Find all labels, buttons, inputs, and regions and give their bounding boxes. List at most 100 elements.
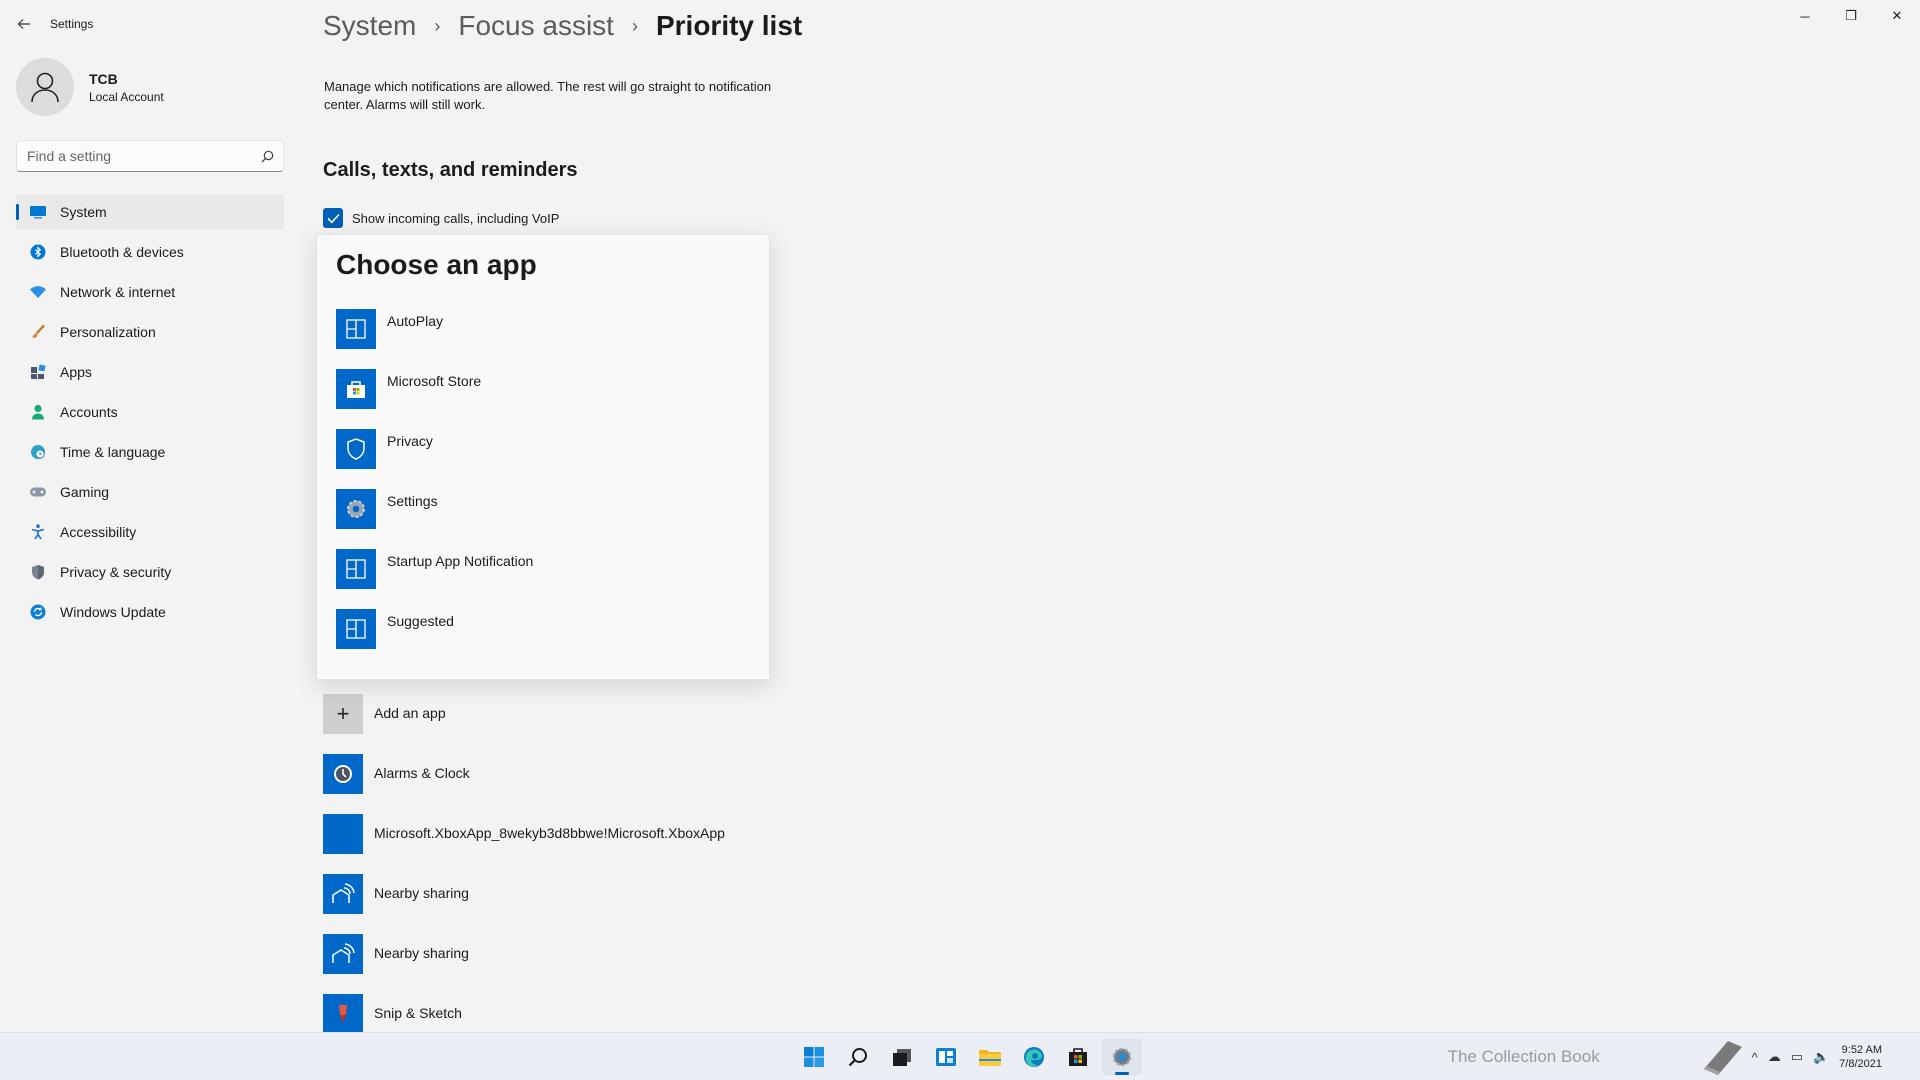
list-item-nearby-sharing[interactable]: Nearby sharing bbox=[323, 934, 469, 974]
sidebar-item-windows-update[interactable]: Windows Update bbox=[16, 594, 284, 630]
choose-app-item-settings[interactable]: Settings bbox=[336, 489, 746, 531]
sidebar-item-time-language[interactable]: Time & language bbox=[16, 434, 284, 470]
list-item-alarms-clock[interactable]: Alarms & Clock bbox=[323, 754, 470, 794]
page-title: Priority list bbox=[655, 10, 803, 41]
avatar bbox=[16, 58, 74, 116]
choose-app-item-privacy[interactable]: Privacy bbox=[336, 429, 746, 471]
sidebar-item-privacy-security[interactable]: Privacy & security bbox=[16, 554, 284, 590]
sidebar-nav: System Bluetooth & devices Network & int… bbox=[16, 194, 284, 634]
app-tile-icon bbox=[336, 309, 376, 349]
page-description: Manage which notifications are allowed. … bbox=[324, 79, 772, 112]
list-item-label: Startup App Notification bbox=[387, 553, 534, 569]
blank-tile-icon bbox=[323, 814, 363, 854]
list-item-label: Privacy bbox=[387, 433, 433, 449]
apps-icon bbox=[27, 361, 49, 383]
file-explorer-icon[interactable] bbox=[970, 1039, 1010, 1075]
list-item-label: Alarms & Clock bbox=[374, 765, 470, 781]
sidebar: TCB Local Account System Bluetooth & dev… bbox=[0, 48, 300, 1032]
profile-account-type: Local Account bbox=[89, 89, 164, 104]
search-icon[interactable] bbox=[251, 150, 283, 163]
sidebar-item-apps[interactable]: Apps bbox=[16, 354, 284, 390]
sidebar-item-label: Gaming bbox=[60, 484, 110, 500]
bluetooth-icon bbox=[27, 241, 49, 263]
edge-icon[interactable] bbox=[1014, 1039, 1054, 1075]
sidebar-item-bluetooth[interactable]: Bluetooth & devices bbox=[16, 234, 284, 270]
choose-app-item-microsoft-store[interactable]: Microsoft Store bbox=[336, 369, 746, 411]
user-profile[interactable]: TCB Local Account bbox=[16, 58, 164, 116]
choose-app-item-suggested[interactable]: Suggested bbox=[336, 609, 746, 651]
window-controls: ─ ❐ ✕ bbox=[1782, 0, 1920, 32]
back-arrow-icon bbox=[17, 19, 30, 29]
globe-clock-icon bbox=[27, 441, 49, 463]
brush-icon bbox=[27, 321, 49, 343]
checkbox-label: Show incoming calls, including VoIP bbox=[352, 210, 560, 226]
show-incoming-calls-checkbox[interactable]: Show incoming calls, including VoIP bbox=[323, 208, 559, 228]
widgets-icon[interactable] bbox=[926, 1039, 966, 1075]
task-view-icon[interactable] bbox=[882, 1039, 922, 1075]
sidebar-item-personalization[interactable]: Personalization bbox=[16, 314, 284, 350]
settings-icon[interactable] bbox=[1102, 1039, 1142, 1075]
sidebar-item-accounts[interactable]: Accounts bbox=[16, 394, 284, 430]
chevron-up-icon[interactable]: ^ bbox=[1752, 1050, 1758, 1065]
restore-button[interactable]: ❐ bbox=[1828, 0, 1874, 32]
breadcrumb-system[interactable]: System bbox=[323, 10, 416, 42]
sidebar-item-system[interactable]: System bbox=[16, 194, 284, 230]
sidebar-item-gaming[interactable]: Gaming bbox=[16, 474, 284, 510]
accounts-icon bbox=[27, 401, 49, 423]
taskbar: The Collection Book ^ ☁ ▭ 🔈 9:52 AM 7/8/… bbox=[0, 1032, 1920, 1080]
volume-icon[interactable]: 🔈 bbox=[1813, 1049, 1829, 1065]
shield-icon bbox=[336, 429, 376, 469]
sidebar-item-accessibility[interactable]: Accessibility bbox=[16, 514, 284, 550]
shield-icon bbox=[27, 561, 49, 583]
clock-date: 7/8/2021 bbox=[1839, 1058, 1882, 1070]
gamepad-icon bbox=[27, 481, 49, 503]
accessibility-icon bbox=[27, 521, 49, 543]
start-icon[interactable] bbox=[794, 1039, 834, 1075]
person-icon bbox=[31, 72, 59, 103]
cloud-icon[interactable]: ☁ bbox=[1768, 1049, 1781, 1065]
system-clock[interactable]: 9:52 AM 7/8/2021 bbox=[1839, 1043, 1882, 1071]
profile-name: TCB bbox=[89, 70, 118, 87]
system-icon bbox=[27, 201, 49, 223]
section-title-calls: Calls, texts, and reminders bbox=[323, 159, 578, 181]
system-tray: The Collection Book ^ ☁ ▭ 🔈 9:52 AM 7/8/… bbox=[1448, 1033, 1920, 1080]
checkbox-checked[interactable] bbox=[323, 208, 343, 228]
back-button[interactable] bbox=[10, 10, 38, 38]
plus-icon: + bbox=[323, 694, 363, 734]
search-icon[interactable] bbox=[838, 1039, 878, 1075]
store-icon[interactable] bbox=[1058, 1039, 1098, 1075]
clock-time: 9:52 AM bbox=[1841, 1044, 1882, 1056]
list-item-label: Snip & Sketch bbox=[374, 1005, 462, 1021]
dialog-title: Choose an app bbox=[336, 249, 537, 280]
choose-app-dialog: Choose an app AutoPlay Microsoft Store P… bbox=[316, 234, 770, 680]
sidebar-item-label: Time & language bbox=[60, 444, 166, 460]
choose-app-item-startup-app-notification[interactable]: Startup App Notification bbox=[336, 549, 746, 591]
list-item-label: Nearby sharing bbox=[374, 885, 469, 901]
list-item-snip-sketch[interactable]: Snip & Sketch bbox=[323, 994, 462, 1034]
choose-app-item-autoplay[interactable]: AutoPlay bbox=[336, 309, 746, 351]
title-bar: Settings ─ ❐ ✕ bbox=[0, 0, 1920, 48]
breadcrumb-separator: › bbox=[434, 15, 441, 36]
app-tile-icon bbox=[336, 609, 376, 649]
sidebar-item-label: Windows Update bbox=[60, 604, 166, 620]
search-input[interactable] bbox=[17, 148, 251, 164]
close-button[interactable]: ✕ bbox=[1874, 0, 1920, 32]
wifi-icon bbox=[27, 281, 49, 303]
breadcrumb-focus-assist[interactable]: Focus assist bbox=[458, 10, 614, 42]
sidebar-item-label: Accessibility bbox=[60, 524, 137, 540]
sidebar-item-label: Privacy & security bbox=[60, 564, 172, 580]
gear-icon bbox=[336, 489, 376, 529]
network-icon[interactable]: ▭ bbox=[1791, 1049, 1803, 1065]
minimize-button[interactable]: ─ bbox=[1782, 0, 1828, 32]
snip-sketch-icon bbox=[323, 994, 363, 1034]
checkmark-icon bbox=[326, 213, 340, 223]
add-an-app-button[interactable]: + Add an app bbox=[323, 694, 446, 734]
sidebar-item-network[interactable]: Network & internet bbox=[16, 274, 284, 310]
book-logo-icon bbox=[1703, 1041, 1742, 1075]
list-item-label: Nearby sharing bbox=[374, 945, 469, 961]
sidebar-item-label: Apps bbox=[60, 364, 92, 380]
app-title: Settings bbox=[50, 17, 94, 31]
sidebar-item-label: Network & internet bbox=[60, 284, 176, 300]
list-item-nearby-sharing[interactable]: Nearby sharing bbox=[323, 874, 469, 914]
list-item-xbox-app[interactable]: Microsoft.XboxApp_8wekyb3d8bbwe!Microsof… bbox=[323, 814, 725, 854]
